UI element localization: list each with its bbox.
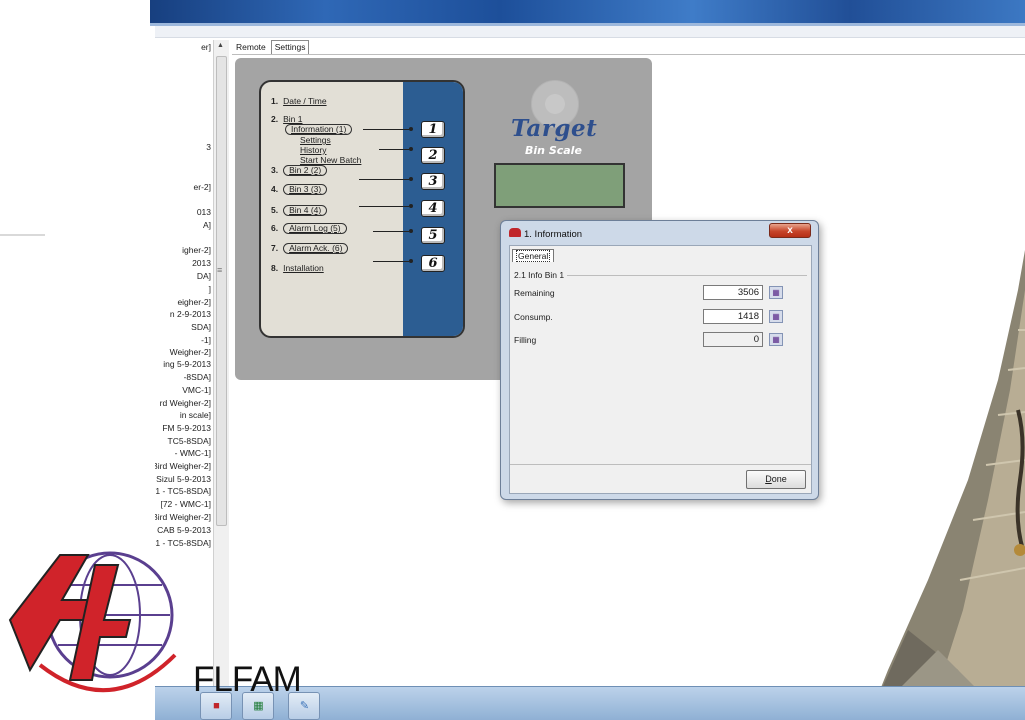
bin-scale-app-icon: ■ <box>213 700 220 712</box>
tree-item[interactable]: Weigher-2] <box>170 347 211 357</box>
tab-general[interactable]: General <box>512 249 555 262</box>
tab-remote[interactable]: Remote <box>232 40 270 54</box>
tab-underline <box>232 54 1025 55</box>
slide-divider <box>0 234 45 236</box>
dialog-title: 1. Information <box>524 229 583 240</box>
tree-item[interactable]: 3 <box>206 142 211 152</box>
menu-item-date-time[interactable]: 1. Date / Time <box>271 96 327 106</box>
remaining-label: Remaining <box>514 288 555 298</box>
tree-item[interactable]: -1] <box>201 335 211 345</box>
association-logo <box>8 551 177 693</box>
done-button[interactable]: Done <box>746 470 806 489</box>
excel-icon: ▦ <box>253 700 264 712</box>
submenu-history[interactable]: History <box>300 145 326 155</box>
connector-line <box>373 261 409 262</box>
tab-strip: Remote Settings <box>232 40 310 54</box>
remote-menu-card: 1. Date / Time 2. Bin 1 Information (1) Se… <box>259 80 465 338</box>
tree-item[interactable]: n 2-9-2013 <box>170 309 211 319</box>
menu-item-bin2[interactable]: 3. Bin 2 (2) <box>271 165 328 176</box>
filling-label: Filling <box>514 335 537 345</box>
tree-item[interactable]: in scale] <box>180 410 211 420</box>
connector-dot <box>409 127 413 131</box>
chart-icon[interactable]: ▦ <box>769 286 783 299</box>
menu-item-alarm-log[interactable]: 6. Alarm Log (5) <box>271 223 347 234</box>
remote-button-4[interactable]: 4 <box>421 200 445 217</box>
tree-scrollbar[interactable]: ▲ <box>213 40 229 690</box>
tree-item[interactable]: rd Weigher-2] <box>160 398 211 408</box>
tree-item[interactable]: 71 - TC5-8SDA] <box>155 486 211 496</box>
connector-line <box>359 206 409 207</box>
tree-panel[interactable]: er] 3 er-2] 013 A] igher-2] 2013 DA]] eigher-2] n… <box>155 38 213 550</box>
lcd-display <box>494 163 625 208</box>
consump-field[interactable]: 1418 <box>703 309 763 324</box>
connector-dot <box>409 259 413 263</box>
group-title: 2.1 Info Bin 1 <box>514 270 568 280</box>
scrollbar-thumb[interactable] <box>216 56 227 526</box>
chart-icon[interactable]: ▦ <box>769 310 783 323</box>
tree-item[interactable]: DA] <box>197 271 211 281</box>
dialog-title-bar[interactable]: 1. Information x <box>501 221 818 245</box>
tree-item[interactable]: A] <box>203 220 211 230</box>
tree-item[interactable]: ] <box>209 284 211 294</box>
splitter-grip-icon[interactable]: ≡ <box>217 265 222 275</box>
tree-item[interactable]: [72 - WMC-1] <box>160 499 211 509</box>
remote-button-5[interactable]: 5 <box>421 227 445 244</box>
remote-button-6[interactable]: 6 <box>421 255 445 272</box>
close-button[interactable]: x <box>769 223 811 238</box>
tree-item[interactable]: 2013 <box>192 258 211 268</box>
remote-button-1[interactable]: 1 <box>421 121 445 138</box>
information-dialog: 1. Information x General 2.1 Info Bin 1 … <box>500 220 819 500</box>
dialog-separator <box>510 464 811 465</box>
remaining-field[interactable]: 3506 <box>703 285 763 300</box>
tree-item[interactable]: er] <box>201 42 211 52</box>
barn-photo <box>868 250 1025 720</box>
tree-item[interactable]: 013 <box>197 207 211 217</box>
connector-line <box>379 149 409 150</box>
submenu-start-new-batch[interactable]: Start New Batch <box>300 155 361 165</box>
tree-item[interactable]: ing 5-9-2013 <box>163 359 211 369</box>
menu-item-bin4[interactable]: 5. Bin 4 (4) <box>271 205 328 216</box>
dialog-body: General 2.1 Info Bin 1 Remaining 3506 ▦ … <box>509 245 812 494</box>
paint-icon: ✎ <box>299 700 310 712</box>
tree-item[interactable]: eigher-2] <box>177 297 211 307</box>
tree-item[interactable]: er-2] <box>194 182 211 192</box>
connector-dot <box>409 177 413 181</box>
brand-text: FLFAM <box>193 660 302 699</box>
menu-item-alarm-ack[interactable]: 7. Alarm Ack. (6) <box>271 243 349 254</box>
tab-settings[interactable]: Settings <box>270 40 310 54</box>
window-title-bar <box>150 0 1025 26</box>
tree-item[interactable]: ouse 8 CAB 5-9-2013 <box>155 525 211 535</box>
tree-item[interactable]: -8SDA] <box>184 372 211 382</box>
remote-button-3[interactable]: 3 <box>421 173 445 190</box>
tree-item[interactable]: [73 - Bird Weigher-2] <box>155 512 211 522</box>
connector-line <box>363 129 409 130</box>
submenu-settings[interactable]: Settings <box>300 135 331 145</box>
connector-dot <box>409 204 413 208</box>
connector-line <box>359 179 409 180</box>
tree-item[interactable]: VMC-1] <box>182 385 211 395</box>
scroll-up-icon[interactable]: ▲ <box>217 42 224 49</box>
tree-item[interactable]: - Bird Weigher-2] <box>155 461 211 471</box>
connector-dot <box>409 147 413 151</box>
chart-icon[interactable]: ▦ <box>769 333 783 346</box>
menu-bar <box>155 26 1025 38</box>
tree-item[interactable]: FM 5-9-2013 <box>162 423 211 433</box>
filling-field[interactable]: 0 <box>703 332 763 347</box>
tree-item[interactable]: TC5-8SDA] <box>168 436 211 446</box>
tree-item[interactable]: - WMC-1] <box>175 448 211 458</box>
menu-item-bin1[interactable]: 2. Bin 1 <box>271 114 302 124</box>
bin-scale-label: Bin Scale <box>525 144 582 157</box>
submenu-information[interactable]: Information (1) <box>285 124 353 135</box>
app-icon <box>509 228 521 237</box>
connector-line <box>373 231 409 232</box>
target-logo: Target <box>511 115 598 142</box>
consump-label: Consump. <box>514 312 553 322</box>
tree-item[interactable]: 7 Sizul 5-9-2013 <box>155 474 211 484</box>
tree-item[interactable]: SDA] <box>191 322 211 332</box>
remote-button-2[interactable]: 2 <box>421 147 445 164</box>
menu-item-installation[interactable]: 8. Installation <box>271 263 324 273</box>
menu-item-bin3[interactable]: 4. Bin 3 (3) <box>271 184 328 195</box>
connector-dot <box>409 229 413 233</box>
tree-item[interactable]: igher-2] <box>182 245 211 255</box>
